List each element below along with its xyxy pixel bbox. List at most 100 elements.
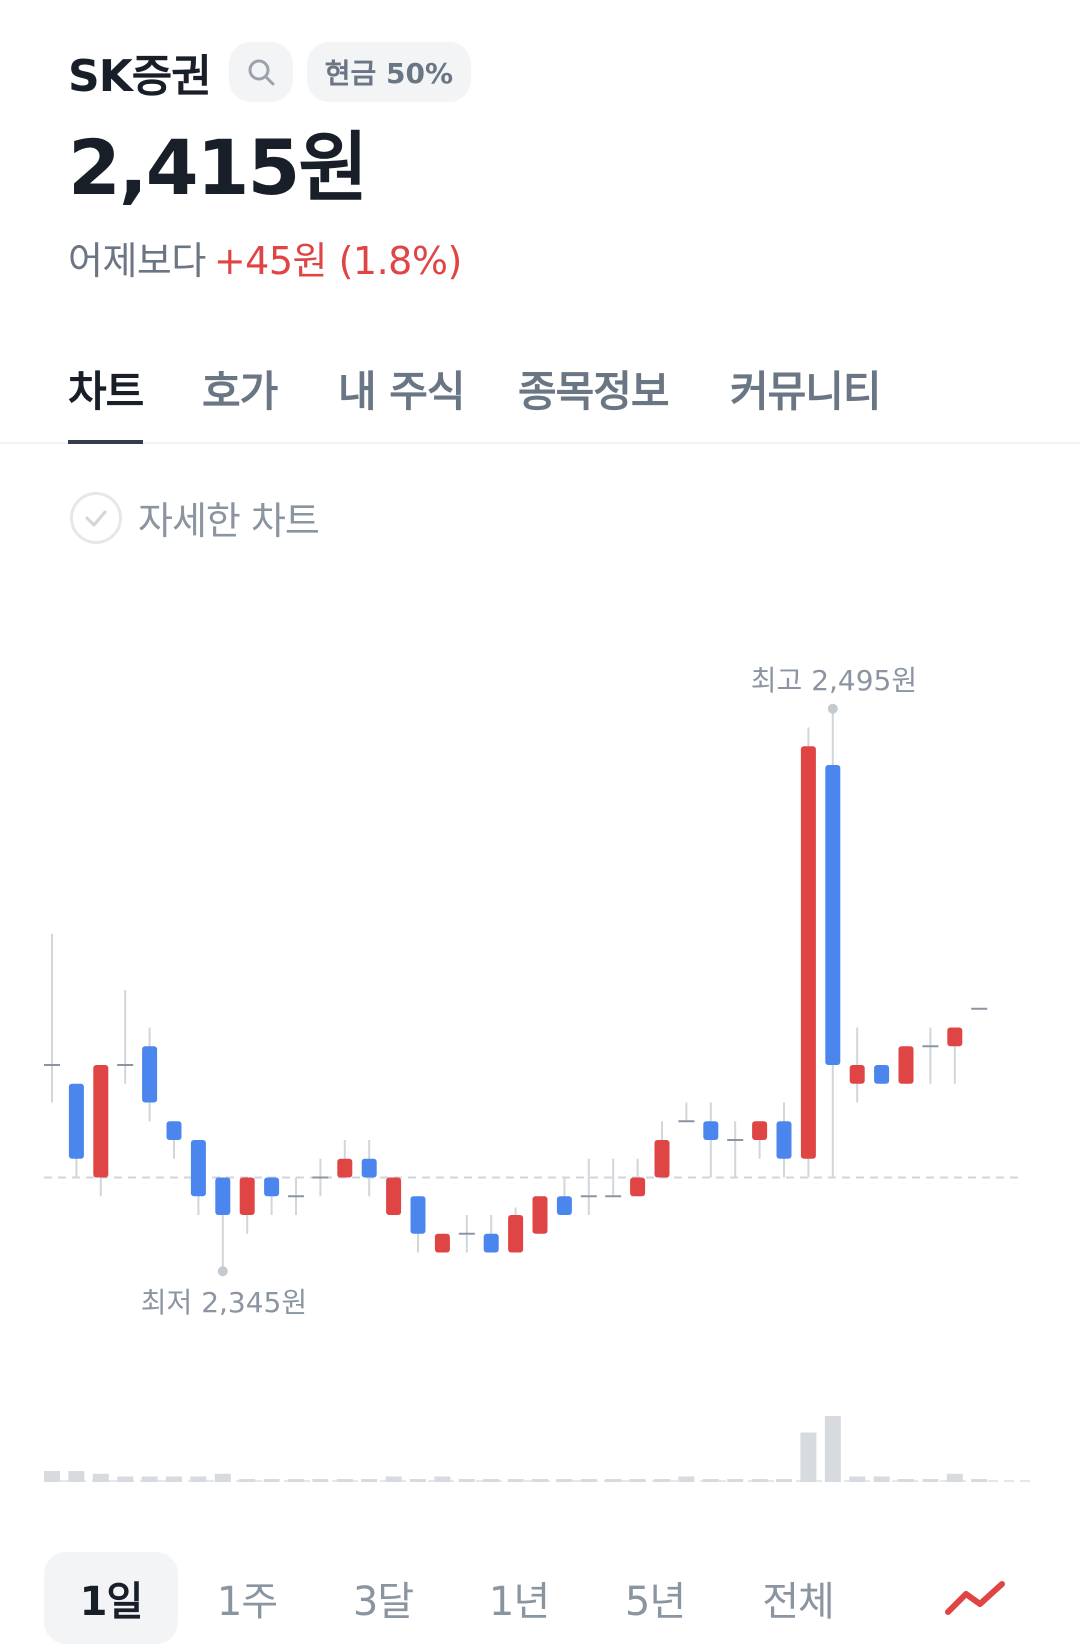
tab-orderbook[interactable]: 호가 — [202, 358, 278, 444]
tab-bar: 차트 호가 내 주식 종목정보 커뮤니티 — [0, 348, 1080, 444]
volume-bar — [68, 1471, 85, 1482]
period-3m[interactable]: 3달 — [328, 1552, 438, 1644]
volume-bar — [434, 1476, 451, 1482]
volume-bar — [532, 1479, 548, 1482]
stock-header: SK증권 현금 50% 2,415원 어제보다 +45원 (1.8%) — [68, 40, 1040, 285]
volume-bar — [214, 1473, 231, 1482]
volume-bar — [507, 1479, 524, 1482]
candle-body — [654, 1140, 670, 1178]
volume-bar — [483, 1479, 500, 1482]
candle-body — [361, 1158, 377, 1178]
period-1w[interactable]: 1주 — [192, 1552, 302, 1644]
check-circle-icon — [70, 491, 122, 544]
volume-bar — [263, 1479, 280, 1482]
volume-bar — [654, 1479, 670, 1482]
candle-body — [483, 1233, 499, 1253]
volume-bar — [239, 1479, 256, 1482]
period-selector: 1일 1주 3달 1년 5년 전체 — [44, 1552, 1044, 1644]
change-prefix: 어제보다 — [68, 238, 206, 283]
candle-body — [166, 1121, 182, 1140]
low-price-label: 최저 2,345원 — [140, 1286, 308, 1320]
tab-community[interactable]: 커뮤니티 — [730, 358, 882, 444]
candle-body — [898, 1046, 914, 1084]
volume-bar — [141, 1476, 158, 1482]
volume-bar — [776, 1479, 792, 1482]
volume-bar — [117, 1476, 134, 1482]
volume-bar — [727, 1479, 744, 1482]
candle-body — [800, 746, 816, 1159]
volume-bar — [385, 1476, 402, 1482]
volume-bar — [190, 1476, 207, 1482]
candle-body — [264, 1177, 280, 1197]
candle-body — [508, 1215, 524, 1253]
volume-bar — [312, 1479, 329, 1482]
volume-bar — [702, 1479, 719, 1482]
stock-name: SK증권 — [68, 51, 212, 102]
volume-bar — [580, 1479, 597, 1482]
chart-type-button[interactable] — [944, 1552, 1024, 1644]
volume-bar — [361, 1479, 378, 1482]
title-row: SK증권 현금 50% — [68, 40, 1040, 104]
volume-bar — [288, 1479, 304, 1482]
candle-body — [190, 1140, 206, 1197]
candle-body — [142, 1046, 158, 1103]
search-icon — [248, 59, 275, 86]
candle-body — [849, 1065, 865, 1084]
chart-canvas — [44, 703, 1030, 1482]
change-value: +45원 (1.8%) — [213, 238, 462, 283]
high-marker — [827, 703, 838, 714]
candle-body — [434, 1233, 450, 1253]
line-chart-icon — [945, 1581, 1005, 1615]
detail-chart-label: 자세한 차트 — [138, 499, 320, 543]
volume-bar — [556, 1479, 573, 1482]
candle-body — [703, 1121, 719, 1140]
volume-bar — [410, 1479, 426, 1482]
candle-body — [556, 1196, 572, 1215]
candle-body — [215, 1177, 231, 1215]
tab-chart[interactable]: 차트 — [68, 358, 144, 444]
volume-bar — [849, 1476, 866, 1482]
volume-bar — [458, 1479, 475, 1482]
candle-body — [410, 1196, 426, 1234]
period-1y[interactable]: 1년 — [464, 1552, 574, 1644]
volume-bar — [336, 1479, 353, 1482]
low-marker — [217, 1266, 228, 1277]
volume-bar — [678, 1476, 695, 1482]
candle-body — [874, 1065, 890, 1084]
candle-body — [93, 1065, 109, 1178]
high-price-label: 최고 2,495원 — [750, 663, 918, 697]
candle-body — [337, 1158, 353, 1178]
volume-bar — [946, 1473, 963, 1482]
volume-bar — [605, 1479, 622, 1482]
volume-bar — [751, 1479, 768, 1482]
volume-bar — [922, 1479, 939, 1482]
tab-my-stock[interactable]: 내 주식 — [338, 358, 466, 444]
period-1d[interactable]: 1일 — [44, 1552, 178, 1644]
candle-body — [68, 1083, 84, 1159]
volume-bar — [873, 1476, 890, 1482]
cash-ratio-badge[interactable]: 현금 50% — [306, 42, 472, 102]
candle-body — [630, 1177, 646, 1197]
candle-body — [825, 765, 841, 1065]
candle-body — [386, 1177, 402, 1215]
price-change: 어제보다 +45원 (1.8%) — [68, 230, 1040, 285]
search-button[interactable] — [228, 42, 293, 102]
detail-chart-toggle[interactable]: 자세한 차트 — [70, 490, 320, 545]
candle-body — [532, 1196, 548, 1234]
volume-bar — [629, 1479, 646, 1482]
volume-bar — [824, 1416, 841, 1482]
current-price: 2,415원 — [68, 123, 368, 212]
volume-bar — [44, 1471, 60, 1482]
volume-bar — [800, 1432, 817, 1482]
volume-bar — [92, 1473, 109, 1482]
tab-stock-info[interactable]: 종목정보 — [518, 358, 670, 444]
candlestick-chart[interactable]: 최고 2,495원 최저 2,345원 — [0, 600, 1080, 1500]
candle-body — [776, 1121, 792, 1159]
period-all[interactable]: 전체 — [738, 1552, 858, 1644]
volume-bar — [971, 1479, 988, 1482]
volume-bar — [898, 1479, 914, 1482]
candle-body — [752, 1121, 768, 1140]
period-5y[interactable]: 5년 — [600, 1552, 710, 1644]
candle-body — [947, 1027, 963, 1047]
volume-bar — [166, 1476, 182, 1482]
